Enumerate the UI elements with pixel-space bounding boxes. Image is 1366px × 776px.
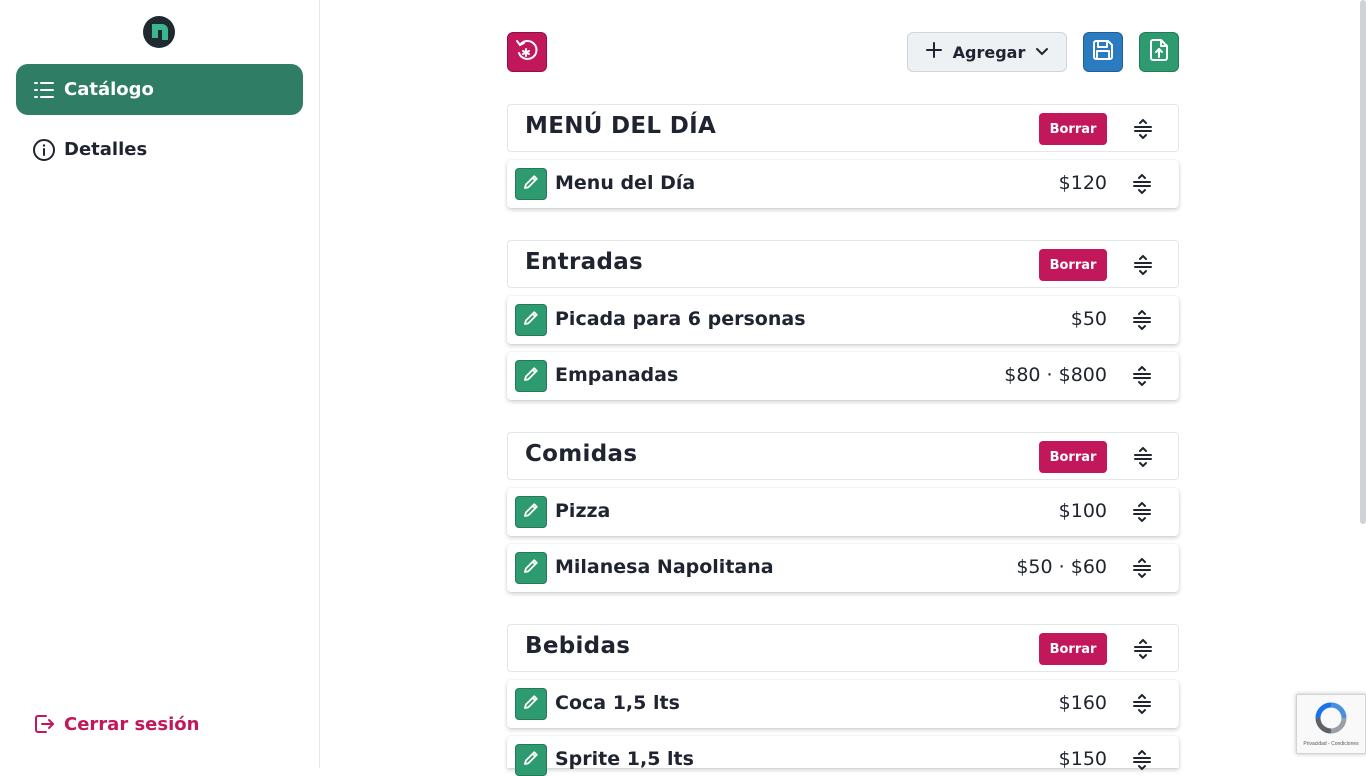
section-title: Bebidas bbox=[525, 633, 631, 659]
sidebar: Catálogo Detalles Cerrar sesión bbox=[0, 0, 320, 768]
delete-section-button[interactable]: Borrar bbox=[1039, 249, 1107, 281]
info-icon bbox=[32, 138, 56, 162]
section-title: Comidas bbox=[525, 441, 638, 467]
logout-label: Cerrar sesión bbox=[64, 713, 200, 735]
item-name: Menu del Día bbox=[555, 172, 696, 194]
item-name: Empanadas bbox=[555, 364, 679, 386]
edit-item-button[interactable] bbox=[515, 552, 547, 584]
drag-handle-icon[interactable] bbox=[1133, 639, 1153, 659]
chevron-down-icon bbox=[1035, 43, 1049, 62]
section-header: Comidas Borrar bbox=[507, 432, 1179, 480]
item-price: $150 bbox=[1058, 748, 1107, 770]
drag-handle-icon[interactable] bbox=[1132, 502, 1152, 522]
list-item: Pizza $100 bbox=[507, 488, 1179, 536]
list-item: Sprite 1,5 lts $150 bbox=[507, 736, 1179, 776]
plus-icon bbox=[925, 41, 943, 63]
scrollbar[interactable] bbox=[1360, 0, 1366, 524]
drag-handle-icon[interactable] bbox=[1132, 310, 1152, 330]
item-price: $50 · $60 bbox=[1016, 556, 1107, 578]
drag-handle-icon[interactable] bbox=[1133, 255, 1153, 275]
list-icon bbox=[32, 78, 56, 102]
list-item: Coca 1,5 lts $160 bbox=[507, 680, 1179, 728]
pencil-icon bbox=[522, 365, 540, 387]
reset-icon bbox=[514, 37, 540, 67]
pencil-icon bbox=[522, 309, 540, 331]
drag-handle-icon[interactable] bbox=[1132, 174, 1152, 194]
app-logo[interactable] bbox=[143, 16, 175, 48]
list-item: Picada para 6 personas $50 bbox=[507, 296, 1179, 344]
drag-handle-icon[interactable] bbox=[1132, 750, 1152, 770]
delete-section-button[interactable]: Borrar bbox=[1039, 441, 1107, 473]
drag-handle-icon[interactable] bbox=[1132, 366, 1152, 386]
section-header: Bebidas Borrar bbox=[507, 624, 1179, 672]
item-price: $120 bbox=[1058, 172, 1107, 194]
item-name: Pizza bbox=[555, 500, 611, 522]
item-name: Picada para 6 personas bbox=[555, 308, 806, 330]
edit-item-button[interactable] bbox=[515, 304, 547, 336]
add-dropdown-button[interactable]: Agregar bbox=[907, 32, 1067, 72]
drag-handle-icon[interactable] bbox=[1132, 558, 1152, 578]
drag-handle-icon[interactable] bbox=[1133, 119, 1153, 139]
reset-button[interactable] bbox=[507, 32, 547, 72]
list-item: Menu del Día $120 bbox=[507, 160, 1179, 208]
pencil-icon bbox=[522, 173, 540, 195]
edit-item-button[interactable] bbox=[515, 360, 547, 392]
section-title: MENÚ DEL DÍA bbox=[525, 113, 717, 139]
pencil-icon bbox=[522, 693, 540, 715]
export-button[interactable] bbox=[1139, 32, 1179, 72]
pencil-icon bbox=[522, 557, 540, 579]
edit-item-button[interactable] bbox=[515, 168, 547, 200]
item-price: $50 bbox=[1070, 308, 1107, 330]
logout-button[interactable]: Cerrar sesión bbox=[32, 712, 199, 736]
item-name: Sprite 1,5 lts bbox=[555, 748, 694, 770]
sidebar-item-catalogo[interactable]: Catálogo bbox=[16, 64, 303, 115]
list-item: Empanadas $80 · $800 bbox=[507, 352, 1179, 400]
sidebar-item-label: Catálogo bbox=[64, 79, 154, 100]
item-price: $100 bbox=[1058, 500, 1107, 522]
edit-item-button[interactable] bbox=[515, 688, 547, 720]
recaptcha-badge[interactable]: Privacidad - Condiciones bbox=[1296, 694, 1366, 754]
drag-handle-icon[interactable] bbox=[1132, 694, 1152, 714]
pencil-icon bbox=[522, 501, 540, 523]
sidebar-item-detalles[interactable]: Detalles bbox=[16, 124, 303, 175]
add-label: Agregar bbox=[952, 42, 1026, 62]
recaptcha-icon bbox=[1314, 701, 1348, 739]
edit-item-button[interactable] bbox=[515, 496, 547, 528]
sidebar-item-label: Detalles bbox=[64, 139, 148, 160]
item-price: $80 · $800 bbox=[1004, 364, 1107, 386]
list-item: Milanesa Napolitana $50 · $60 bbox=[507, 544, 1179, 592]
save-button[interactable] bbox=[1083, 32, 1123, 72]
item-name: Milanesa Napolitana bbox=[555, 556, 774, 578]
drag-handle-icon[interactable] bbox=[1133, 447, 1153, 467]
item-name: Coca 1,5 lts bbox=[555, 692, 680, 714]
recaptcha-text: Privacidad - Condiciones bbox=[1303, 741, 1359, 747]
delete-section-button[interactable]: Borrar bbox=[1039, 633, 1107, 665]
export-icon bbox=[1146, 37, 1172, 67]
section-header: MENÚ DEL DÍA Borrar bbox=[507, 104, 1179, 152]
item-price: $160 bbox=[1058, 692, 1107, 714]
section-header: Entradas Borrar bbox=[507, 240, 1179, 288]
section-title: Entradas bbox=[525, 249, 644, 275]
logout-icon bbox=[32, 712, 56, 736]
save-icon bbox=[1090, 37, 1116, 67]
edit-item-button[interactable] bbox=[515, 744, 547, 776]
delete-section-button[interactable]: Borrar bbox=[1039, 113, 1107, 145]
